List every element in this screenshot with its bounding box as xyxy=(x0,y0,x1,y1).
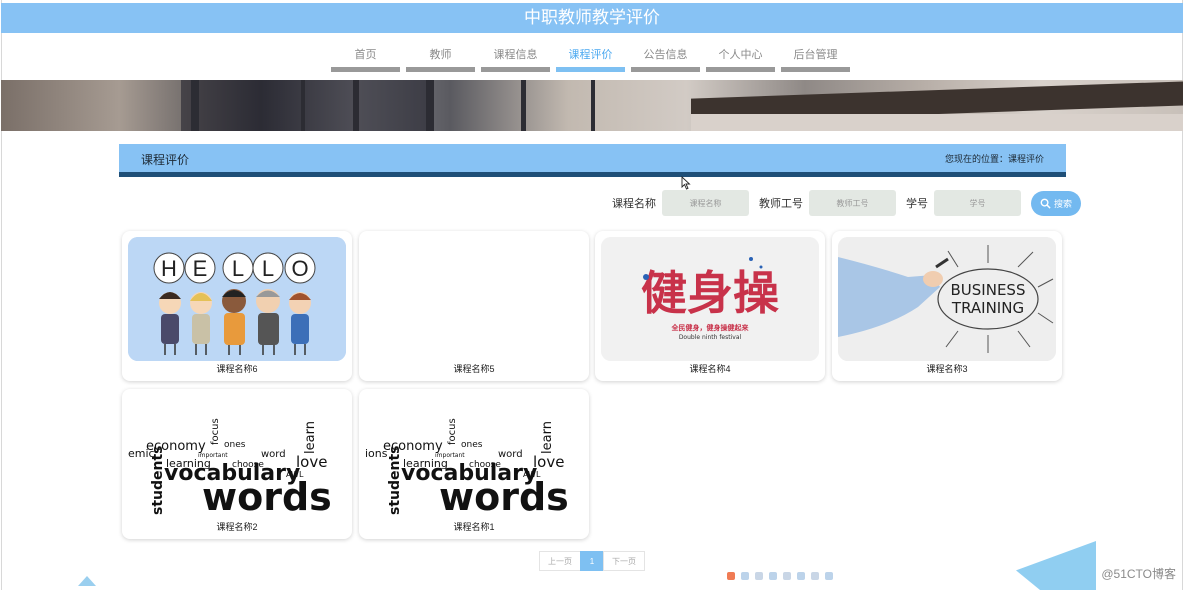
course-name-input[interactable] xyxy=(662,190,749,216)
course-card[interactable]: 健身操 全民健身，健身操健起来 Double ninth festival 课程… xyxy=(595,231,825,381)
word-cloud-word: ones xyxy=(461,440,483,450)
search-button[interactable]: 搜索 xyxy=(1031,190,1081,216)
app-icon[interactable] xyxy=(769,572,777,580)
word-cloud-word: ions xyxy=(365,447,388,460)
section-title: 课程评价 xyxy=(141,153,190,167)
word-cloud-word: choose xyxy=(232,460,264,470)
course-card[interactable]: words vocabulary economy learning love l… xyxy=(122,389,352,539)
app-icon[interactable] xyxy=(783,572,791,580)
app-icon[interactable] xyxy=(755,572,763,580)
next-page-button[interactable]: 下一页 xyxy=(603,551,645,571)
mouse-cursor-icon xyxy=(681,176,691,190)
course-card[interactable]: H E L L O 课程名称6 xyxy=(122,231,352,381)
word-cloud-word: ones xyxy=(224,440,246,450)
pagination: 上一页 1 下一页 xyxy=(539,551,645,571)
calligraphy-text: 健身操 xyxy=(641,266,779,320)
app-icon[interactable] xyxy=(825,572,833,580)
course-image-hello: H E L L O xyxy=(128,237,346,361)
course-image-word-cloud: words vocabulary economy learning love l… xyxy=(365,395,583,519)
watermark: @51CTO博客 xyxy=(1101,567,1176,581)
word-cloud-word: choose xyxy=(469,460,501,470)
hello-letter: E xyxy=(193,256,208,281)
hello-letter: O xyxy=(291,256,308,281)
course-image-calligraphy: 健身操 全民健身，健身操健起来 Double ninth festival xyxy=(601,237,819,361)
nav-item-announcement[interactable]: 公告信息 xyxy=(631,44,700,72)
app-icon[interactable] xyxy=(741,572,749,580)
decorative-triangle xyxy=(78,576,96,586)
nav-item-course-evaluation[interactable]: 课程评价 xyxy=(556,44,625,72)
hello-letter: L xyxy=(262,256,274,281)
course-name: 课程名称3 xyxy=(926,364,968,374)
search-icon xyxy=(1040,198,1051,209)
business-text: BUSINESS xyxy=(951,281,1026,299)
word-cloud-word: important xyxy=(435,452,465,459)
breadcrumb: 您现在的位置：课程评价 xyxy=(944,154,1044,164)
course-name: 课程名称4 xyxy=(689,364,731,374)
word-cloud-word: learn xyxy=(303,421,318,454)
word-cloud-word: AWL xyxy=(523,470,541,479)
teacher-id-input[interactable] xyxy=(809,190,896,216)
course-name: 课程名称6 xyxy=(216,364,258,374)
nav-item-course-info[interactable]: 课程信息 xyxy=(481,44,550,72)
word-cloud-word: love xyxy=(296,453,327,471)
nav-item-teacher[interactable]: 教师 xyxy=(406,44,475,72)
search-bar: 课程名称 教师工号 学号 搜索 xyxy=(612,190,1081,216)
classroom-banner xyxy=(1,80,1183,131)
toolbar-icons xyxy=(727,572,833,580)
word-cloud-word: important xyxy=(198,452,228,459)
word-cloud-word: focus xyxy=(447,418,458,445)
section-header: 课程评价 您现在的位置：课程评价 xyxy=(119,144,1066,177)
course-name: 课程名称2 xyxy=(216,522,258,532)
word-cloud-word: love xyxy=(533,453,564,471)
main-nav: 首页 教师 课程信息 课程评价 公告信息 个人中心 后台管理 xyxy=(331,44,850,72)
word-cloud-word: learn xyxy=(540,421,555,454)
nav-item-personal-center[interactable]: 个人中心 xyxy=(706,44,775,72)
prev-page-button[interactable]: 上一页 xyxy=(539,551,581,571)
nav-item-home[interactable]: 首页 xyxy=(331,44,400,72)
site-title: 中职教师教学评价 xyxy=(524,8,660,27)
word-cloud-word: emic xyxy=(128,447,155,460)
page-number-current[interactable]: 1 xyxy=(580,551,604,571)
word-cloud-word: word xyxy=(498,449,523,460)
course-card[interactable]: BUSINESS TRAINING 课程名称3 xyxy=(832,231,1062,381)
app-icon[interactable] xyxy=(727,572,735,580)
student-id-label: 学号 xyxy=(906,198,928,210)
app-icon[interactable] xyxy=(811,572,819,580)
site-title-bar: 中职教师教学评价 xyxy=(1,3,1183,33)
course-image-word-cloud: words vocabulary economy learning love l… xyxy=(128,395,346,519)
course-name: 课程名称1 xyxy=(453,522,495,532)
word-cloud-word: word xyxy=(261,449,286,460)
word-cloud-word: AWL xyxy=(286,470,304,479)
word-cloud-word: focus xyxy=(210,418,221,445)
calligraphy-caption-en: Double ninth festival xyxy=(679,334,742,341)
app-icon[interactable] xyxy=(797,572,805,580)
student-id-input[interactable] xyxy=(934,190,1021,216)
course-name: 课程名称5 xyxy=(453,364,495,374)
hello-letter: L xyxy=(232,256,244,281)
nav-item-admin[interactable]: 后台管理 xyxy=(781,44,850,72)
course-image-business-training: BUSINESS TRAINING xyxy=(838,237,1056,361)
training-text: TRAINING xyxy=(951,299,1024,317)
course-card[interactable]: words vocabulary economy learning love l… xyxy=(359,389,589,539)
course-card[interactable]: 课程名称5 xyxy=(359,231,589,381)
search-button-label: 搜索 xyxy=(1053,198,1072,209)
course-name-label: 课程名称 xyxy=(612,198,656,210)
teacher-id-label: 教师工号 xyxy=(759,198,803,210)
course-image-blank xyxy=(365,237,583,361)
word-cloud-word: students xyxy=(387,445,403,515)
calligraphy-caption-cn: 全民健身，健身操健起来 xyxy=(671,323,750,332)
hello-letter: H xyxy=(161,256,177,281)
